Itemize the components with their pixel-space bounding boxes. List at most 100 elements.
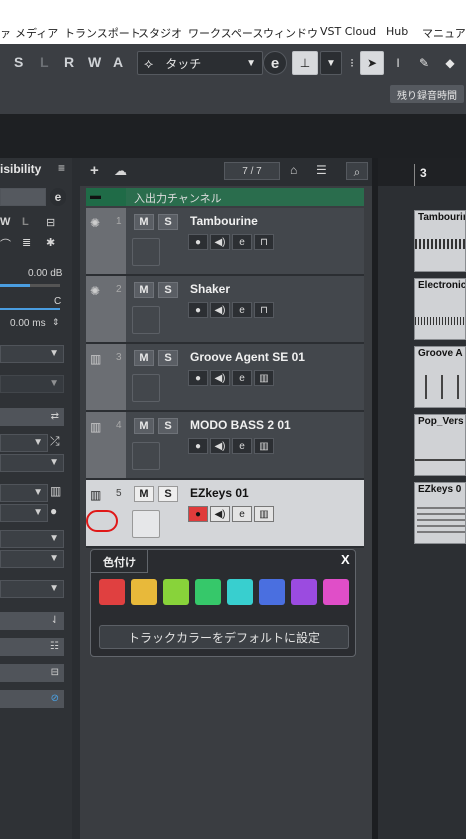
snap-mode-button[interactable]: ⊥ — [292, 51, 318, 75]
edit-channel-button[interactable]: e — [232, 506, 252, 522]
track-row-1[interactable]: ✺ 1 M S Tambourine ● ◀) e ⊓ — [86, 208, 364, 276]
select-row-3[interactable]: ▼ — [0, 580, 64, 598]
track-name[interactable]: Groove Agent SE 01 — [190, 350, 305, 364]
midi-input-select[interactable]: ▼ — [0, 434, 48, 452]
draw-tool[interactable]: ✎ — [412, 51, 436, 75]
color-swatch-red[interactable] — [99, 579, 125, 605]
monitor-button[interactable]: ◀) — [210, 302, 230, 318]
track-image-slot[interactable] — [132, 374, 160, 402]
menu-item-studio[interactable]: スタジオ — [138, 25, 182, 41]
record-enable-button[interactable]: ● — [188, 370, 208, 386]
midi-channel-select[interactable]: ▼ — [0, 454, 64, 472]
state-listen-button[interactable]: L — [40, 54, 49, 70]
solo-button[interactable]: S — [158, 282, 178, 298]
section-header-sends[interactable]: ⊟ — [0, 664, 64, 682]
solo-button[interactable]: S — [158, 214, 178, 230]
track-image-slot[interactable] — [132, 442, 160, 470]
select-row-1[interactable]: ▼ — [0, 530, 64, 548]
menu-item-media[interactable]: メディア — [15, 25, 58, 41]
snap-mode-dropdown[interactable]: ▼ — [320, 51, 342, 75]
event-part-5[interactable]: EZkeys 0 — [414, 482, 466, 544]
track-name-field[interactable] — [0, 188, 46, 206]
lanes-icon[interactable]: ≣ — [22, 236, 31, 249]
track-row-2[interactable]: ✺ 2 M S Shaker ● ◀) e ⊓ — [86, 276, 364, 344]
state-r-button[interactable]: R — [64, 54, 74, 70]
edit-instrument-button[interactable]: ▥ — [254, 506, 274, 522]
menu-item-vst-cloud[interactable]: VST Cloud — [320, 25, 376, 38]
lock-button[interactable]: ⊓ — [254, 234, 274, 250]
edit-mode-button[interactable]: e — [263, 51, 287, 75]
channel-settings-icon[interactable]: ⊟ — [46, 216, 55, 229]
color-swatch-yellow[interactable] — [131, 579, 157, 605]
ruler[interactable]: 3 — [378, 158, 466, 186]
search-tracks-button[interactable]: ⌕ — [346, 162, 368, 180]
range-select-tool[interactable]: I — [386, 51, 410, 75]
output-routing-select[interactable]: ▼ — [0, 375, 64, 393]
listen-icon[interactable]: L — [22, 216, 29, 228]
pan-slider[interactable] — [0, 308, 60, 310]
lock-icon[interactable]: ⌒ — [0, 236, 11, 252]
color-swatch-green[interactable] — [195, 579, 221, 605]
list-icon[interactable]: ☰ — [316, 163, 327, 177]
menu-icon[interactable]: ≡ — [58, 161, 65, 175]
track-name[interactable]: Shaker — [190, 282, 230, 296]
menu-item-transport[interactable]: トランスポート — [64, 25, 141, 41]
section-header-inserts[interactable]: ⇃ — [0, 612, 64, 630]
state-w-button[interactable]: W — [88, 54, 101, 70]
record-enable-button[interactable]: ● — [188, 302, 208, 318]
instrument-select[interactable]: ▼ — [0, 484, 48, 502]
delay-value[interactable]: 0.00 ms — [10, 318, 46, 329]
cloud-icon[interactable]: ☁ — [114, 163, 127, 179]
track-row-4[interactable]: ▥ 4 M S MODO BASS 2 01 ● ◀) e ▥ — [86, 412, 364, 480]
mute-button[interactable]: M — [134, 350, 154, 366]
track-row-5[interactable]: ▥ 5 M S EZkeys 01 ● ◀) e ▥ — [86, 480, 364, 548]
edit-channel-button[interactable]: e — [232, 234, 252, 250]
event-part-3[interactable]: Groove A — [414, 346, 466, 408]
menu-item-manual[interactable]: マニュアル — [422, 25, 466, 41]
record-time-label[interactable]: 残り録音時間 — [390, 85, 464, 103]
dot-icon[interactable]: ● — [50, 504, 57, 518]
section-header-1[interactable]: ⇄ — [0, 408, 64, 426]
select-row-2[interactable]: ▼ — [0, 550, 64, 568]
event-part-1[interactable]: Tambourine — [414, 210, 466, 272]
automation-mode-select[interactable]: ⟡ タッチ ▼ — [137, 51, 263, 75]
color-swatch-blue[interactable] — [259, 579, 285, 605]
folder-track[interactable]: ▬ 入出力チャンネル — [86, 188, 364, 206]
track-name[interactable]: EZkeys 01 — [190, 486, 249, 500]
shuffle-icon[interactable]: ⤮ — [50, 434, 60, 449]
mute-button[interactable]: M — [134, 418, 154, 434]
section-header-quick[interactable]: ⊘ — [0, 690, 64, 708]
monitor-button[interactable]: ◀) — [210, 506, 230, 522]
menu-item-workspace[interactable]: ワークスペース — [188, 25, 263, 41]
pan-value[interactable]: C — [54, 296, 61, 307]
stepper-icon[interactable]: ⇕ — [52, 317, 60, 328]
asterisk-icon[interactable]: ✱ — [46, 236, 55, 249]
volume-slider[interactable] — [0, 284, 60, 287]
edit-instrument-button[interactable]: ▥ — [254, 438, 274, 454]
lock-button[interactable]: ⊓ — [254, 302, 274, 318]
track-name[interactable]: Tambourine — [190, 214, 258, 228]
menu-item-window[interactable]: ウィンドウ — [263, 25, 318, 41]
state-read-button[interactable]: S — [14, 54, 23, 70]
event-part-2[interactable]: Electronic — [414, 278, 466, 340]
track-row-3[interactable]: ▥ 3 M S Groove Agent SE 01 ● ◀) e ▥ — [86, 344, 364, 412]
track-image-slot[interactable] — [132, 238, 160, 266]
track-visibility-icon[interactable]: ⌂ — [290, 163, 297, 177]
track-image-slot[interactable] — [132, 510, 160, 538]
edit-channel-button[interactable]: e — [232, 438, 252, 454]
solo-button[interactable]: S — [158, 418, 178, 434]
state-a-button[interactable]: A — [113, 54, 123, 70]
record-enable-button[interactable]: ● — [188, 234, 208, 250]
track-name[interactable]: MODO BASS 2 01 — [190, 418, 291, 432]
program-select[interactable]: ▼ — [0, 504, 48, 522]
close-button[interactable]: X — [341, 552, 350, 567]
volume-value[interactable]: 0.00 dB — [28, 268, 62, 279]
mute-button[interactable]: M — [134, 214, 154, 230]
solo-button[interactable]: S — [158, 486, 178, 502]
track-image-slot[interactable] — [132, 306, 160, 334]
menu-item-partial[interactable]: ァ — [0, 25, 11, 41]
solo-button[interactable]: S — [158, 350, 178, 366]
piano-keys-icon[interactable]: ▥ — [50, 484, 61, 498]
monitor-button[interactable]: ◀) — [210, 438, 230, 454]
section-header-eq[interactable]: ☷ — [0, 638, 64, 656]
